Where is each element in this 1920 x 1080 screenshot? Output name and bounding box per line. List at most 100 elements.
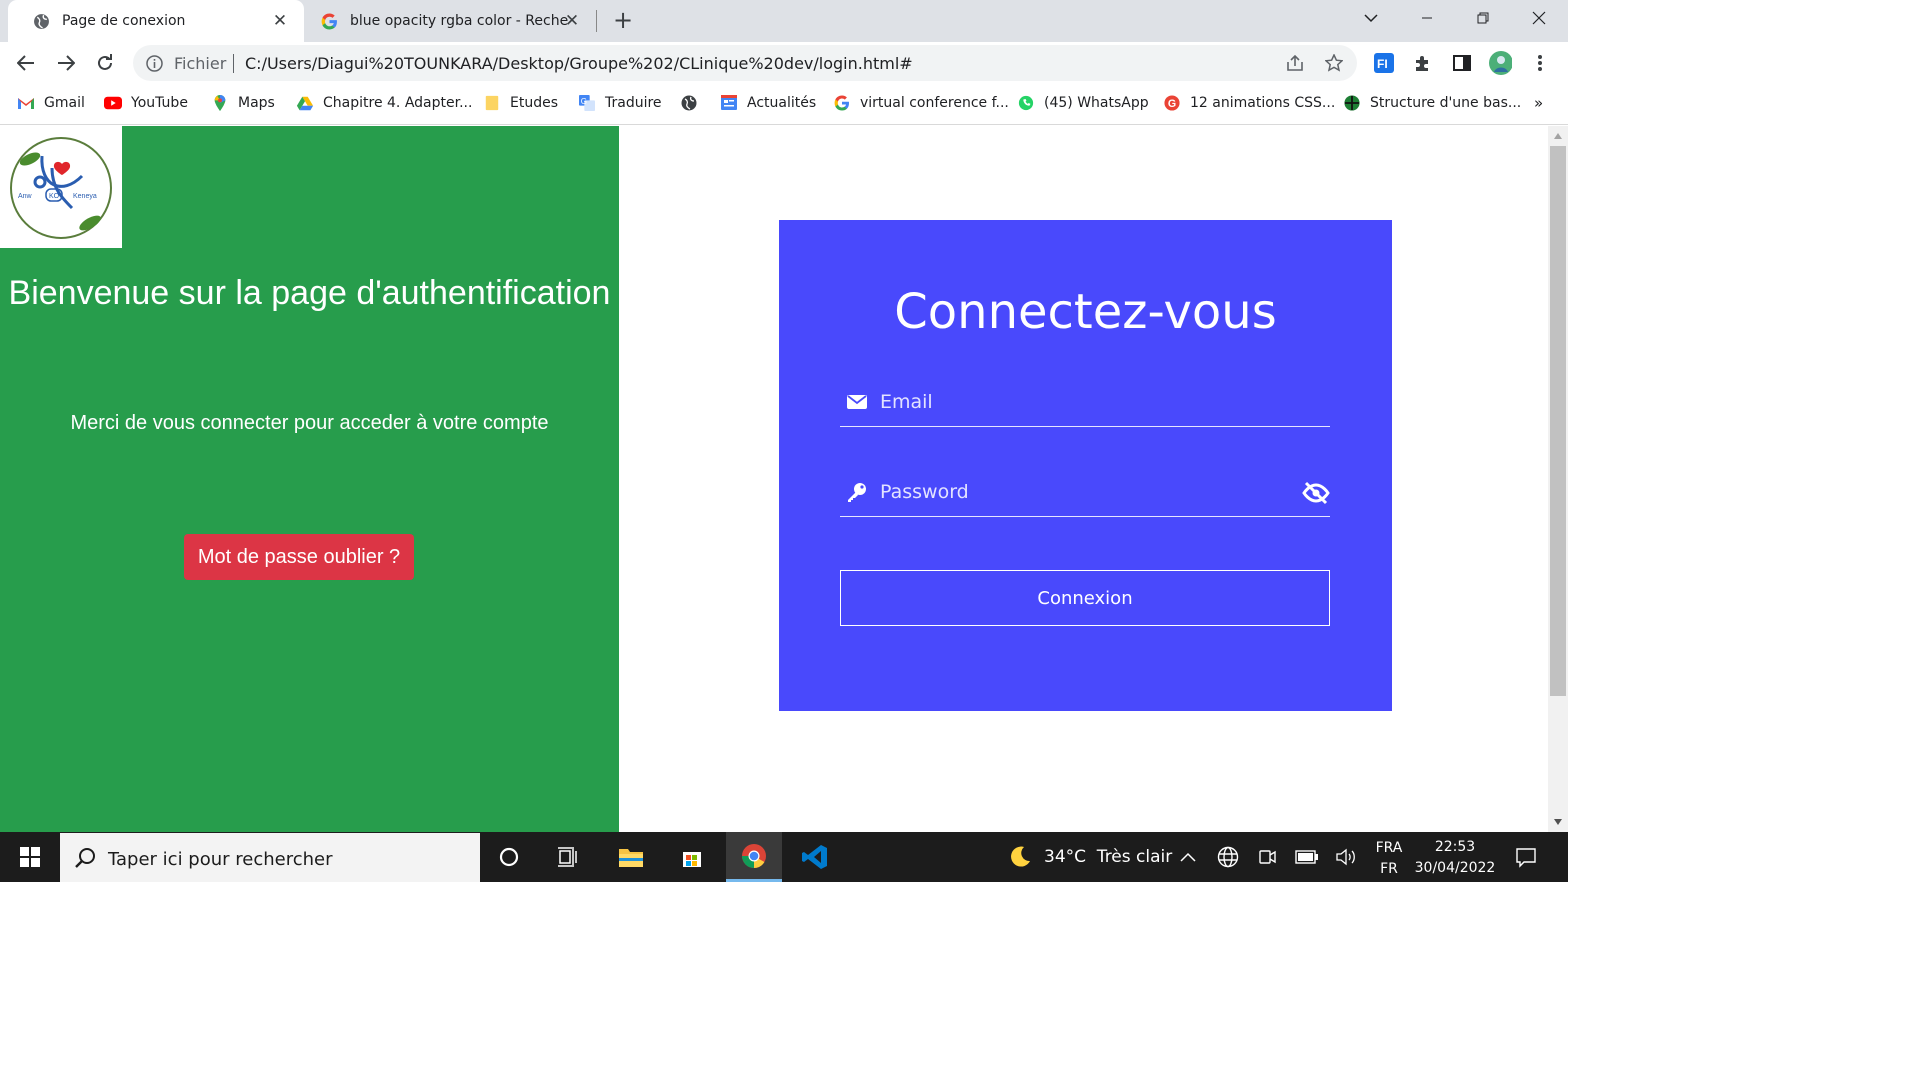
- battery-button[interactable]: [1295, 832, 1319, 882]
- scroll-down-arrow-icon[interactable]: [1553, 818, 1563, 826]
- clock[interactable]: 22:53 30/04/2022: [1410, 837, 1500, 879]
- svg-text:G: G: [581, 97, 587, 106]
- chevron-down-icon: [1364, 14, 1378, 23]
- globe-icon: [681, 95, 697, 111]
- reload-icon: [98, 54, 112, 70]
- bookmark-gmail[interactable]: Gmail: [17, 93, 85, 113]
- stethoscope-logo-icon: Anw KO Keneya: [10, 137, 112, 239]
- minimize-icon: [1422, 17, 1432, 19]
- notifications-button[interactable]: [1515, 832, 1537, 882]
- extension-fi-button[interactable]: FI: [1372, 51, 1396, 75]
- weather-widget[interactable]: 34°C Très clair: [1006, 832, 1172, 882]
- close-tab-icon[interactable]: ✕: [270, 11, 290, 31]
- menu-button[interactable]: [1528, 51, 1552, 75]
- camera-icon: [1259, 850, 1276, 864]
- address-bar[interactable]: Fichier C:/Users/Diagui%20TOUNKARA/Deskt…: [133, 45, 1357, 81]
- speaker-icon: [1336, 848, 1355, 866]
- google-icon: [834, 95, 849, 111]
- task-view-button[interactable]: [540, 832, 596, 882]
- file-explorer-app[interactable]: [603, 832, 659, 882]
- show-hidden-icons-button[interactable]: [1180, 832, 1196, 882]
- welcome-panel: Anw KO Keneya Bienvenue sur la page d'au…: [0, 126, 619, 832]
- maps-icon: [214, 95, 226, 111]
- eye-slash-icon[interactable]: [1302, 481, 1330, 505]
- gmail-icon: [18, 98, 34, 109]
- close-window-button[interactable]: [1516, 0, 1562, 36]
- bookmark-star-icon[interactable]: [1325, 54, 1343, 72]
- bookmark-youtube[interactable]: YouTube: [104, 93, 188, 113]
- url-text[interactable]: C:/Users/Diagui%20TOUNKARA/Desktop/Group…: [245, 54, 913, 73]
- back-button[interactable]: [12, 49, 40, 77]
- meet-now-button[interactable]: [1258, 832, 1278, 882]
- svg-text:FI: FI: [1377, 57, 1388, 71]
- tab-search-button[interactable]: [1348, 0, 1394, 36]
- bookmark-etudes[interactable]: Etudes: [483, 93, 558, 113]
- forward-button[interactable]: [52, 49, 80, 77]
- bookmark-chapitre[interactable]: Chapitre 4. Adapter...: [296, 93, 472, 113]
- extensions-button[interactable]: [1411, 51, 1435, 75]
- avatar-icon: [1489, 51, 1512, 75]
- start-button[interactable]: [2, 832, 58, 882]
- browser-toolbar: Fichier C:/Users/Diagui%20TOUNKARA/Deskt…: [0, 42, 1568, 84]
- login-title: Connectez-vous: [894, 284, 1277, 340]
- bookmarks-overflow-button[interactable]: »: [1534, 93, 1543, 113]
- password-input[interactable]: [880, 475, 1280, 509]
- minimize-button[interactable]: [1404, 0, 1450, 36]
- vscode-icon: [802, 845, 827, 869]
- task-view-icon: [558, 847, 577, 867]
- bookmark-globe[interactable]: [680, 93, 707, 113]
- restore-button[interactable]: [1460, 0, 1506, 36]
- login-submit-button[interactable]: Connexion: [840, 570, 1330, 626]
- battery-icon: [1295, 850, 1318, 864]
- input-language-button[interactable]: FRA FR: [1372, 838, 1406, 878]
- tab-strip: Page de conexion ✕ blue opacity rgba col…: [0, 0, 1568, 42]
- green-globe-icon: [1344, 95, 1360, 111]
- tab-blue-opacity[interactable]: blue opacity rgba color - Recherc ✕: [296, 0, 596, 42]
- bookmark-label: 12 animations CSS...: [1190, 95, 1336, 111]
- bookmark-whatsapp[interactable]: (45) WhatsApp: [1017, 93, 1149, 113]
- scrollbar-thumb[interactable]: [1550, 146, 1566, 696]
- share-icon[interactable]: [1285, 54, 1305, 72]
- info-icon: [146, 55, 163, 72]
- bookmark-label: virtual conference f...: [860, 95, 1009, 111]
- reload-button[interactable]: [91, 49, 119, 77]
- bookmark-structure[interactable]: Structure d'une bas...: [1343, 93, 1521, 113]
- forgot-password-button[interactable]: Mot de passe oublier ?: [184, 534, 414, 580]
- translate-icon: G: [579, 95, 595, 111]
- bookmark-maps[interactable]: Maps: [211, 93, 275, 113]
- password-field: [840, 469, 1330, 517]
- page-content: Anw KO Keneya Bienvenue sur la page d'au…: [0, 126, 1548, 832]
- envelope-icon: [846, 391, 868, 413]
- bookmark-traduire[interactable]: G Traduire: [578, 93, 662, 113]
- notification-icon: [1516, 848, 1536, 868]
- welcome-title: Bienvenue sur la page d'authentification: [8, 274, 611, 312]
- g-red-icon: G: [1164, 95, 1180, 111]
- taskbar-search-box[interactable]: Taper ici pour rechercher: [60, 833, 480, 882]
- scheme-label: Fichier: [174, 54, 227, 73]
- windows-taskbar: Taper ici pour rechercher 34°C Très clai…: [0, 832, 1568, 882]
- close-tab-icon[interactable]: ✕: [562, 11, 582, 31]
- bookmark-label: Chapitre 4. Adapter...: [323, 95, 473, 111]
- bookmarks-bar: Gmail YouTube Maps Chapitre 4. Adapter..…: [0, 84, 1568, 125]
- email-input[interactable]: [880, 385, 1280, 419]
- tab-separator: [596, 10, 597, 32]
- scroll-up-arrow-icon[interactable]: [1553, 132, 1563, 140]
- store-app[interactable]: [664, 832, 720, 882]
- new-tab-button[interactable]: +: [610, 8, 636, 34]
- volume-button[interactable]: [1335, 832, 1357, 882]
- keyboard-code: FR: [1380, 861, 1398, 877]
- tab-page-de-conexion[interactable]: Page de conexion ✕: [8, 0, 304, 42]
- close-icon: [1532, 11, 1546, 25]
- cortana-button[interactable]: [481, 832, 537, 882]
- bookmark-virtual-conference[interactable]: virtual conference f...: [833, 93, 1009, 113]
- bookmark-actualites[interactable]: Actualités: [720, 93, 816, 113]
- bookmark-animations-css[interactable]: G 12 animations CSS...: [1163, 93, 1335, 113]
- chevron-up-icon: [1180, 852, 1196, 862]
- side-panel-button[interactable]: [1450, 51, 1474, 75]
- bookmark-label: Etudes: [510, 95, 559, 111]
- vscode-app[interactable]: [787, 832, 843, 882]
- email-field: [840, 379, 1330, 427]
- profile-avatar[interactable]: [1488, 51, 1512, 75]
- chrome-app[interactable]: [726, 832, 782, 882]
- network-button[interactable]: [1217, 832, 1239, 882]
